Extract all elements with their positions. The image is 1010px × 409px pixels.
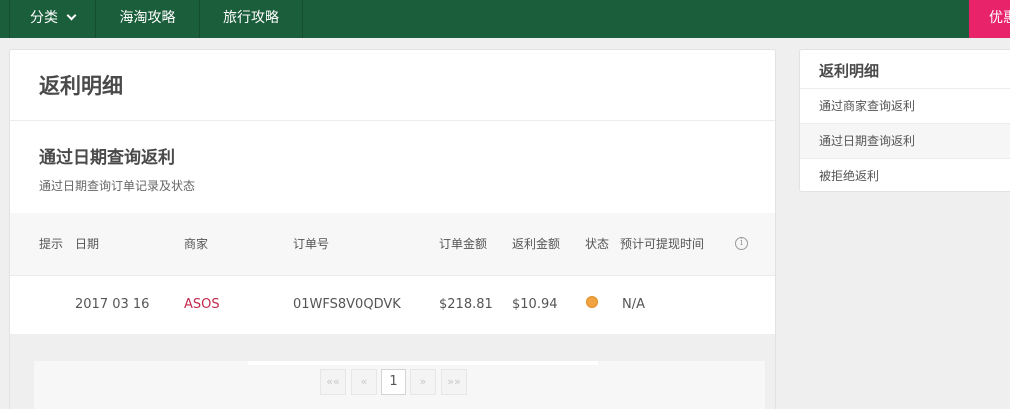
header-status: 状态 <box>585 237 610 251</box>
header-rebate-amount: 返利金额 <box>512 237 561 251</box>
sidebar-item-by-date[interactable]: 通过日期查询返利 <box>800 123 1010 158</box>
header-merchant: 商家 <box>184 237 209 251</box>
chevron-down-icon <box>66 10 77 21</box>
page-prev-button[interactable]: « <box>351 369 377 395</box>
nav-promo-button[interactable]: 优惠 <box>969 0 1010 38</box>
cell-withdraw-time: N/A <box>622 297 645 312</box>
cell-order-amount: $218.81 <box>439 297 493 312</box>
page-title: 返利明细 <box>39 74 123 98</box>
page-last-button[interactable]: »» <box>441 369 467 395</box>
nav-travel-guide[interactable]: 旅行攻略 <box>200 0 303 38</box>
pagination-area: «« « 1 » »» <box>10 334 775 409</box>
cell-merchant-link[interactable]: ASOS <box>184 297 220 312</box>
pagination: «« « 1 » »» <box>34 361 765 409</box>
nav-haitao-guide[interactable]: 海淘攻略 <box>96 0 200 38</box>
table-row: 2017 03 16 ASOS 01WFS8V0QDVK $218.81 $10… <box>10 276 775 334</box>
header-hint: 提示 <box>39 237 64 251</box>
page-current[interactable]: 1 <box>381 369 406 395</box>
cell-date: 2017 03 16 <box>75 297 150 312</box>
divider <box>10 120 775 121</box>
status-indicator <box>586 296 598 308</box>
header-order-no: 订单号 <box>293 237 330 251</box>
header-date: 日期 <box>75 237 100 251</box>
page-first-button[interactable]: «« <box>320 369 346 395</box>
section-title: 通过日期查询返利 <box>39 148 175 168</box>
cell-rebate-amount: $10.94 <box>512 297 558 312</box>
header-withdraw-time: 预计可提现时间 <box>620 237 705 251</box>
sidebar-item-rejected[interactable]: 被拒绝返利 <box>800 158 1010 193</box>
header-order-amount: 订单金额 <box>439 237 488 251</box>
sidebar-item-by-merchant[interactable]: 通过商家查询返利 <box>800 88 1010 123</box>
sidebar-title: 返利明细 <box>819 62 880 80</box>
divider <box>248 361 598 365</box>
info-icon[interactable]: i <box>735 237 748 250</box>
main-panel: 返利明细 通过日期查询返利 通过日期查询订单记录及状态 提示 日期 商家 订单号… <box>9 49 776 409</box>
section-subtitle: 通过日期查询订单记录及状态 <box>39 179 196 193</box>
nav-category-dropdown[interactable]: 分类 <box>9 0 96 38</box>
sidebar-panel: 返利明细 通过商家查询返利 通过日期查询返利 被拒绝返利 <box>799 49 1010 192</box>
cell-order-no: 01WFS8V0QDVK <box>293 297 401 312</box>
table-header: 提示 日期 商家 订单号 订单金额 返利金额 状态 预计可提现时间 i <box>10 213 775 276</box>
nav-category-label: 分类 <box>30 10 58 26</box>
page-next-button[interactable]: » <box>410 369 436 395</box>
top-nav: 分类 海淘攻略 旅行攻略 优惠 <box>0 0 1010 38</box>
